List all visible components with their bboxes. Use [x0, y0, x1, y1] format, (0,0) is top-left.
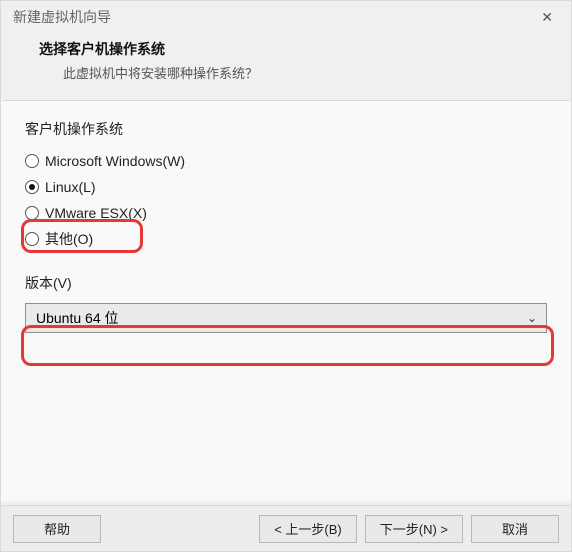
close-icon[interactable]: ✕ [533, 5, 561, 30]
version-label: 版本(V) [25, 273, 547, 293]
cancel-button[interactable]: 取消 [471, 515, 559, 543]
os-option-label: Microsoft Windows(W) [45, 153, 185, 169]
os-group-label: 客户机操作系统 [25, 119, 547, 139]
radio-icon [25, 232, 39, 246]
os-radio-group: Microsoft Windows(W) Linux(L) VMware ESX… [25, 149, 547, 251]
os-option-label: Linux(L) [45, 179, 96, 195]
page-subtitle: 此虚拟机中将安装哪种操作系统？ [39, 63, 547, 82]
radio-icon [25, 154, 39, 168]
os-option-linux[interactable]: Linux(L) [25, 175, 547, 199]
os-option-other[interactable]: 其他(O) [25, 227, 547, 251]
wizard-header: 选择客户机操作系统 此虚拟机中将安装哪种操作系统？ [1, 33, 571, 100]
version-selected-value: Ubuntu 64 位 [36, 308, 119, 328]
version-select-wrap: Ubuntu 64 位 ⌄ [25, 303, 547, 333]
chevron-down-icon: ⌄ [527, 311, 537, 325]
version-block: 版本(V) Ubuntu 64 位 ⌄ [25, 273, 547, 333]
window-title: 新建虚拟机向导 [13, 7, 111, 27]
wizard-footer: 帮助 < 上一步(B) 下一步(N) > 取消 [1, 505, 571, 551]
back-button[interactable]: < 上一步(B) [259, 515, 357, 543]
next-button[interactable]: 下一步(N) > [365, 515, 463, 543]
os-option-vmware-esx[interactable]: VMware ESX(X) [25, 201, 547, 225]
version-select[interactable]: Ubuntu 64 位 ⌄ [25, 303, 547, 333]
titlebar: 新建虚拟机向导 ✕ [1, 1, 571, 33]
os-option-windows[interactable]: Microsoft Windows(W) [25, 149, 547, 173]
radio-icon [25, 206, 39, 220]
page-title: 选择客户机操作系统 [39, 39, 547, 59]
help-button[interactable]: 帮助 [13, 515, 101, 543]
wizard-body: 客户机操作系统 Microsoft Windows(W) Linux(L) VM… [1, 101, 571, 501]
os-option-label: VMware ESX(X) [45, 205, 147, 221]
os-option-label: 其他(O) [45, 229, 93, 249]
radio-icon [25, 180, 39, 194]
